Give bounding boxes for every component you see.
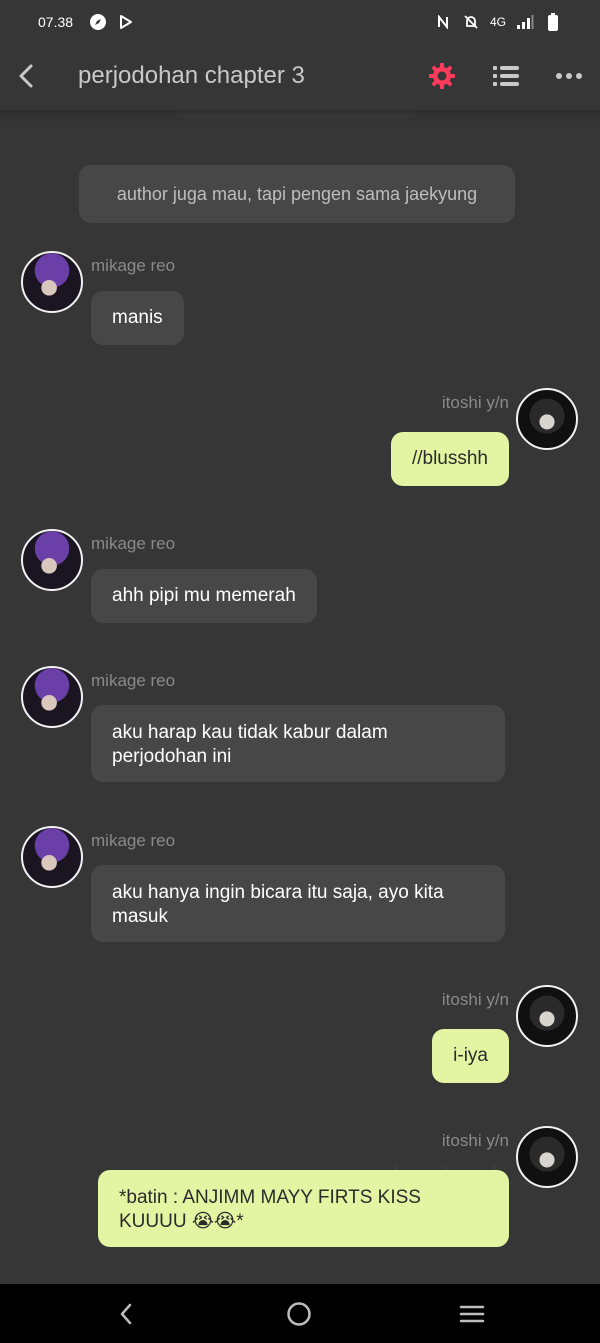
message-text: aku harap kau tidak kabur dalam perjodoh… — [112, 722, 388, 767]
avatar[interactable] — [21, 529, 83, 591]
settings-button[interactable] — [426, 60, 458, 92]
compass-icon — [89, 13, 107, 31]
network-type: 4G — [489, 15, 506, 29]
message-bubble[interactable]: aku harap kau tidak kabur dalam perjodoh… — [91, 705, 505, 782]
nav-back-button[interactable] — [110, 1298, 142, 1330]
narration-bubble: author juga mau, tapi pengen sama jaekyu… — [79, 165, 515, 223]
status-bar: 07.38 4G — [0, 0, 600, 44]
message-text: *batin : ANJIMM MAYY FIRTS KISS KUUUU 😭😭… — [119, 1187, 421, 1232]
message-bubble[interactable]: *batin : ANJIMM MAYY FIRTS KISS KUUUU 😭😭… — [98, 1170, 509, 1247]
nav-home-icon — [287, 1302, 311, 1326]
sender-name: itoshi y/n — [441, 393, 509, 412]
list-button[interactable] — [490, 60, 522, 92]
play-store-icon — [117, 13, 135, 31]
mute-icon — [462, 13, 480, 31]
narration-text: author juga mau, tapi pengen sama jaekyu… — [116, 183, 478, 204]
list-icon — [493, 66, 519, 86]
message-bubble[interactable]: aku hanya ingin bicara itu saja, ayo kit… — [91, 865, 505, 942]
avatar[interactable] — [21, 826, 83, 888]
sender-name: mikage reo — [91, 534, 176, 553]
chevron-left-icon — [19, 64, 33, 88]
message-bubble[interactable]: //blusshh — [390, 432, 509, 486]
message-bubble[interactable]: i-iya — [432, 1029, 509, 1083]
sender-name: mikage reo — [91, 256, 176, 275]
sender-name: mikage reo — [91, 831, 176, 850]
message-text: manis — [112, 307, 163, 328]
avatar[interactable] — [516, 985, 578, 1047]
sender-name: itoshi y/n — [441, 1131, 509, 1150]
signal-icon — [516, 13, 534, 31]
back-button[interactable] — [10, 58, 42, 94]
avatar[interactable] — [516, 388, 578, 450]
nav-home-button[interactable] — [283, 1298, 315, 1330]
message-bubble[interactable]: manis — [91, 291, 184, 345]
message-text: //blusshh — [411, 448, 488, 469]
battery-icon — [544, 13, 562, 31]
gear-icon — [429, 63, 455, 89]
nfc-icon — [434, 13, 452, 31]
avatar[interactable] — [21, 251, 83, 313]
page-title: perjodohan chapter 3 — [78, 62, 305, 89]
status-time: 07.38 — [38, 14, 74, 30]
sender-name: itoshi y/n — [441, 990, 509, 1009]
chat-header: perjodohan chapter 3 — [0, 44, 600, 110]
header-shadow — [0, 110, 600, 124]
avatar[interactable] — [21, 666, 83, 728]
message-bubble[interactable]: ahh pipi mu memerah — [91, 569, 317, 623]
nav-recent-apps-button[interactable] — [456, 1298, 488, 1330]
message-text: ahh pipi mu memerah — [112, 585, 296, 606]
more-options-button[interactable] — [552, 60, 586, 92]
chat-area[interactable]: author juga mau, tapi pengen sama jaekyu… — [0, 0, 600, 1284]
more-horizontal-icon — [556, 73, 582, 79]
nav-back-icon — [120, 1303, 132, 1325]
message-text: aku hanya ingin bicara itu saja, ayo kit… — [112, 882, 444, 927]
nav-recent-apps-icon — [459, 1305, 485, 1323]
sender-name: mikage reo — [91, 671, 176, 690]
navigation-bar — [0, 1284, 600, 1343]
avatar[interactable] — [516, 1126, 578, 1188]
message-text: i-iya — [453, 1045, 488, 1066]
